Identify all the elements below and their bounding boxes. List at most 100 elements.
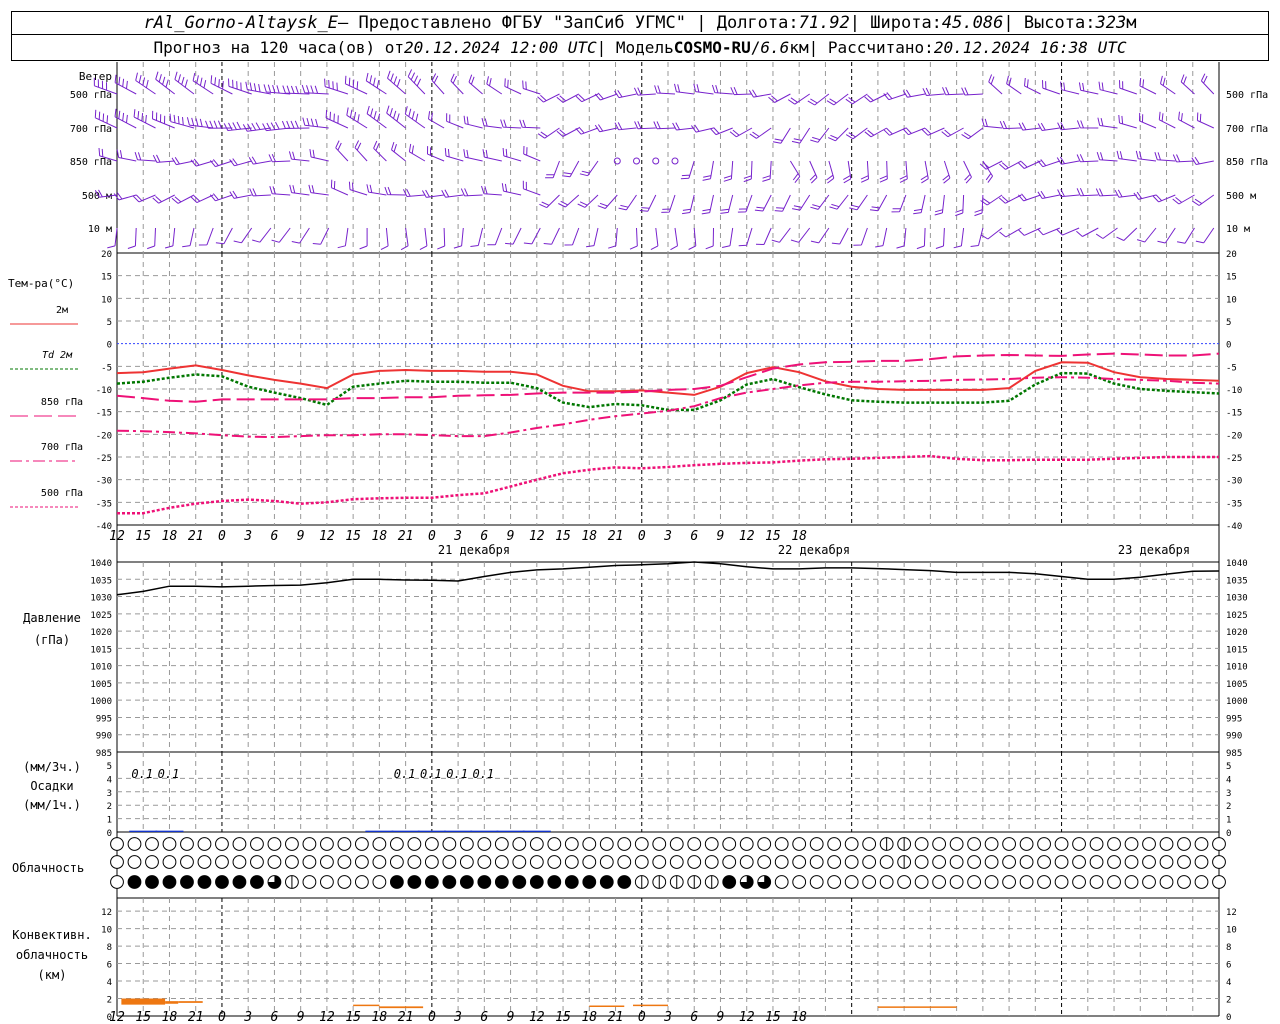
wind-barb (171, 157, 195, 166)
wind-barb (771, 227, 791, 243)
wind-barb (386, 105, 406, 129)
hour-label-mid-21: 3 (663, 529, 672, 544)
cloud-circle (302, 837, 317, 851)
cloud-circle (232, 855, 247, 869)
wind-barb (1097, 117, 1118, 129)
wind-barb (810, 127, 830, 143)
precip-tick-left-5: 5 (107, 762, 112, 772)
conv-segment-7 (877, 1006, 957, 1008)
wind-barb (152, 154, 175, 163)
temp-tick-right--5: -5 (1226, 363, 1237, 373)
cloud-circle (127, 855, 142, 869)
precip-bar-1 (155, 830, 184, 832)
wind-barb (522, 80, 541, 95)
wind-barb (288, 151, 310, 162)
wind-barb (831, 227, 849, 245)
hour-label-mid-23: 9 (717, 529, 725, 544)
wind-barb (209, 159, 233, 168)
cloud-circle (862, 837, 877, 851)
wind-barb (487, 227, 503, 246)
precip-tick-right-3: 3 (1226, 789, 1231, 799)
cloud-circle (827, 855, 842, 869)
cloud-circle (704, 855, 719, 869)
wind-barb (523, 227, 541, 245)
wind-barb (809, 160, 818, 184)
cloud-circle (110, 837, 124, 851)
precip-tick-left-3: 3 (107, 789, 112, 799)
wind-barb (1042, 80, 1060, 95)
conv-tick-left-0: 0 (107, 1013, 112, 1023)
wind-barb (1172, 154, 1195, 163)
wind-barb (672, 122, 695, 131)
wind-barb (843, 160, 852, 184)
cloud-circle (197, 875, 212, 889)
wind-barb (1200, 73, 1215, 95)
hour-label-bottom-10: 18 (372, 1010, 388, 1024)
wind-barb (135, 72, 156, 95)
wind-barb (953, 227, 965, 249)
wind-barb (1037, 159, 1060, 168)
cloud-circle (407, 855, 422, 869)
cloud-circle (320, 855, 334, 869)
press-tick-right-1000: 1000 (1226, 697, 1248, 707)
precip-label-4: 0.1 (446, 767, 468, 781)
press-tick-right-1010: 1010 (1226, 663, 1248, 673)
cloud-symbols (110, 837, 1226, 889)
wind-barb (999, 160, 1022, 170)
precip-tick-right-4: 4 (1226, 775, 1231, 785)
wind-barb (723, 160, 734, 182)
conv-tick-left-10: 10 (101, 926, 112, 936)
conv-segment-6 (633, 1004, 668, 1007)
cloud-circle (477, 855, 492, 869)
cloud-circle (1177, 837, 1191, 851)
cloud-circle (529, 875, 544, 889)
wind-barb (653, 121, 676, 130)
wind-barb (693, 83, 714, 95)
cloud-circle (372, 855, 387, 869)
conv-tick-right-0: 0 (1226, 1013, 1231, 1023)
wind-level-right-1: 700 гПа (1226, 124, 1268, 135)
cloud-circle (354, 855, 369, 869)
hour-label-bottom-17: 15 (555, 1010, 571, 1024)
hour-label-mid-2: 18 (162, 529, 178, 544)
wind-barb (575, 93, 599, 103)
wind-barb (359, 228, 368, 250)
cloud-circle (809, 837, 824, 851)
cloud-circle (512, 855, 527, 869)
hour-label-bottom-24: 12 (739, 1010, 755, 1024)
hour-label-bottom-7: 9 (297, 1010, 305, 1024)
cloud-circle (984, 875, 999, 889)
precip-title: Осадки (30, 779, 73, 793)
wind-barb (404, 106, 426, 129)
hour-label-bottom-16: 12 (529, 1010, 545, 1024)
wind-barb (186, 117, 214, 129)
cloud-circle (774, 837, 789, 851)
wind-barb (562, 160, 580, 178)
hour-label-mid-4: 0 (218, 529, 226, 544)
cloud-circle (1124, 855, 1139, 869)
cloud-circle (197, 837, 212, 851)
temp-legend-label-3: 700 гПа (41, 442, 83, 453)
wind-barb (920, 160, 929, 184)
hour-label-bottom-1: 15 (135, 1010, 151, 1024)
wind-barb (269, 186, 291, 196)
conv-tick-right-6: 6 (1226, 961, 1231, 971)
hour-label-mid-3: 21 (188, 529, 204, 544)
cloud-circle (932, 855, 947, 869)
wind-barb (539, 194, 560, 209)
wind-barb (147, 227, 156, 250)
wind-barb (755, 227, 772, 245)
cloud-circle (477, 875, 492, 889)
conv-segment-1 (165, 1001, 179, 1004)
wind-barb (174, 71, 195, 95)
cloud-circle (354, 837, 369, 851)
cloud-circle (739, 837, 754, 851)
cloud-circle (687, 837, 702, 851)
cloud-circle (1107, 837, 1121, 851)
conv-tick-left-4: 4 (107, 978, 112, 988)
cloud-circle (459, 855, 474, 869)
wind-barb (223, 121, 252, 131)
cloud-circle (652, 837, 667, 851)
temp-tick-right-15: 15 (1226, 273, 1237, 283)
wind-barb (556, 93, 580, 103)
